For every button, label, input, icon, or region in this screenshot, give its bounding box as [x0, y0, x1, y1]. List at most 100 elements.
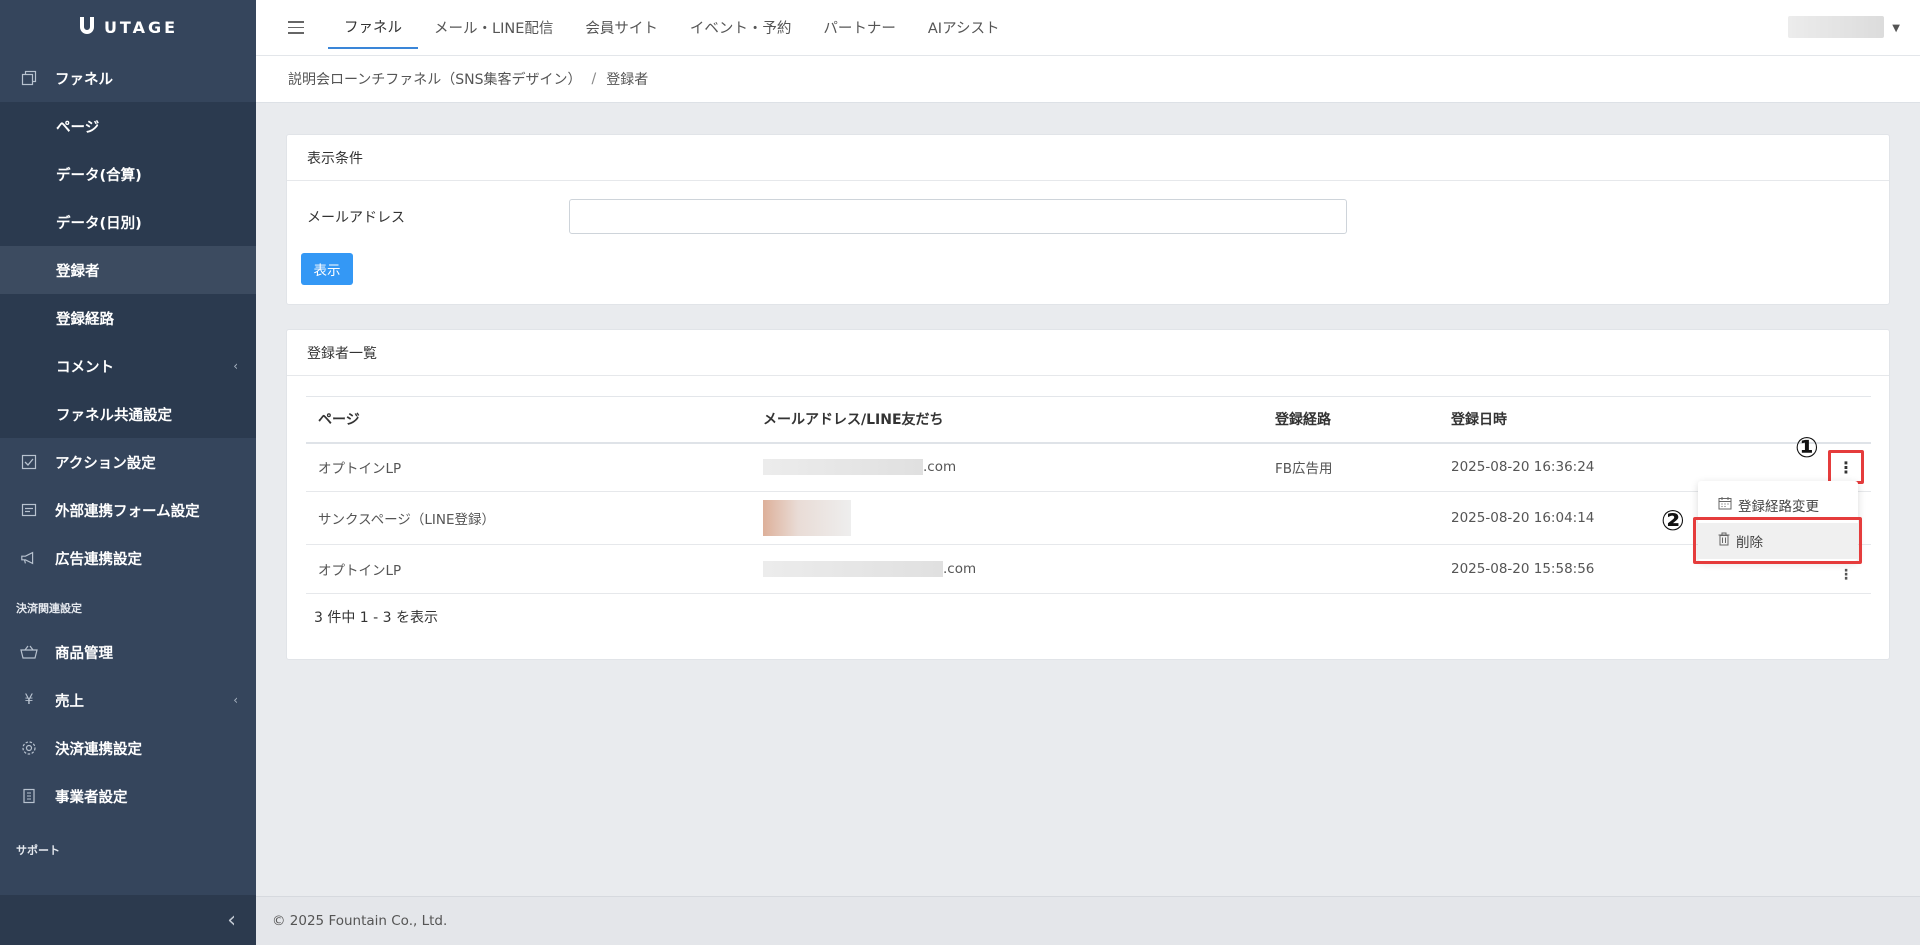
sidebar: UTAGE ファネル ページ データ(合算) データ(日別) 登録者 登録経路 … — [0, 0, 256, 945]
calendar-icon — [1718, 496, 1732, 514]
form-icon — [20, 501, 38, 519]
sidebar-item-ad-integration[interactable]: 広告連携設定 — [0, 534, 256, 582]
hamburger-menu-icon[interactable] — [288, 21, 304, 34]
cell-line-friend — [751, 491, 1263, 545]
section-label-payment: 決済関連設定 — [16, 602, 82, 615]
basket-icon — [20, 643, 38, 661]
sidebar-subitem-data-total[interactable]: データ(合算) — [0, 150, 256, 198]
cell-email: .com — [751, 544, 1263, 594]
registrant-table: ページ メールアドレス/LINE友だち 登録経路 登録日時 オプトインLP .c… — [306, 396, 1871, 594]
table-row: オプトインLP .com FB広告用 2025-08-20 16:36:24 — [306, 442, 1871, 492]
step-annotation-2: ② — [1661, 504, 1685, 537]
email-domain: .com — [943, 561, 977, 577]
sidebar-item-action-settings[interactable]: アクション設定 — [0, 438, 256, 486]
brand-name: UTAGE — [103, 17, 179, 37]
top-header: ファネル メール・LINE配信 会員サイト イベント・予約 パートナー AIアシ… — [256, 0, 1920, 56]
sidebar-item-label: 決済連携設定 — [55, 741, 142, 758]
cell-page[interactable]: サンクスページ（LINE登録） — [306, 491, 751, 545]
breadcrumb-separator: / — [591, 71, 597, 87]
cell-route: FB広告用 — [1263, 442, 1439, 492]
sidebar-item-funnel[interactable]: ファネル — [0, 54, 256, 102]
tab-mail-line[interactable]: メール・LINE配信 — [418, 11, 569, 45]
cell-route — [1263, 491, 1439, 545]
chevron-left-icon: ‹ — [233, 693, 238, 707]
sidebar-subitem-page[interactable]: ページ — [0, 102, 256, 150]
line-avatar-image — [763, 500, 851, 536]
gear-icon — [20, 739, 38, 757]
sidebar-item-external-form[interactable]: 外部連携フォーム設定 — [0, 486, 256, 534]
building-icon — [20, 787, 38, 805]
sidebar-item-label: 売上 — [55, 693, 84, 710]
sidebar-item-products[interactable]: 商品管理 — [0, 628, 256, 676]
top-navigation: ファネル メール・LINE配信 会員サイト イベント・予約 パートナー AIアシ… — [328, 0, 1016, 56]
cell-email: .com — [751, 442, 1263, 492]
sidebar-item-label: コメント — [56, 359, 114, 376]
sidebar-item-label: ファネル共通設定 — [56, 407, 172, 424]
column-header-page: ページ — [318, 412, 360, 429]
filter-card-title: 表示条件 — [287, 135, 1889, 181]
funnel-submenu: ページ データ(合算) データ(日別) 登録者 登録経路 コメント ‹ ファネル… — [0, 102, 256, 438]
tab-ai-assist[interactable]: AIアシスト — [912, 11, 1016, 45]
table-row: オプトインLP .com 2025-08-20 15:58:56 — [306, 544, 1871, 594]
tab-funnel[interactable]: ファネル — [328, 15, 418, 49]
chevron-left-icon: ‹ — [233, 359, 238, 373]
cell-page[interactable]: オプトインLP — [306, 442, 751, 492]
column-header-route: 登録経路 — [1275, 412, 1331, 429]
sidebar-item-label: 登録者 — [56, 263, 100, 280]
sidebar-collapse-bar: ‹ — [0, 895, 256, 945]
filter-card: 表示条件 メールアドレス 表示 — [286, 134, 1890, 305]
breadcrumb-current: 登録者 — [606, 72, 649, 88]
copy-icon — [20, 69, 38, 87]
tab-event-reservation[interactable]: イベント・予約 — [674, 11, 808, 45]
sidebar-item-payment-integration[interactable]: 決済連携設定 — [0, 724, 256, 772]
brand-logo[interactable]: UTAGE — [0, 0, 256, 54]
email-filter-row: メールアドレス — [287, 199, 1889, 234]
section-label-support: サポート — [16, 844, 60, 857]
cell-page[interactable]: オプトインLP — [306, 544, 751, 594]
column-header-email: メールアドレス/LINE友だち — [763, 412, 944, 429]
sidebar-item-label: 商品管理 — [55, 645, 113, 662]
sidebar-subitem-data-daily[interactable]: データ(日別) — [0, 198, 256, 246]
collapse-chevron-icon[interactable]: ‹ — [227, 908, 236, 933]
megaphone-icon — [20, 549, 38, 567]
step-annotation-1: ① — [1795, 431, 1819, 464]
table-row: サンクスページ（LINE登録） 2025-08-20 16:04:14 — [306, 491, 1871, 545]
yen-icon: ¥ — [24, 692, 34, 708]
menu-item-label: 登録経路変更 — [1738, 499, 1819, 515]
sidebar-item-sales[interactable]: ¥ 売上 ‹ — [0, 676, 256, 724]
row-actions-button[interactable]: ⋮ — [1828, 450, 1864, 484]
sidebar-item-label: アクション設定 — [55, 455, 156, 472]
caret-down-icon[interactable]: ▼ — [1892, 23, 1900, 34]
sidebar-item-label: 広告連携設定 — [55, 551, 142, 568]
check-square-icon — [20, 453, 38, 471]
sidebar-item-label: ページ — [56, 119, 100, 136]
email-domain: .com — [923, 459, 957, 476]
footer: © 2025 Fountain Co., Ltd. — [256, 896, 1920, 945]
delete-highlight-box — [1693, 517, 1862, 564]
registrant-list-card: 登録者一覧 ページ メールアドレス/LINE友だち 登録経路 登録日時 オプトイ… — [286, 329, 1890, 660]
sidebar-item-business-settings[interactable]: 事業者設定 — [0, 772, 256, 820]
pagination-summary: 3 件中 1 - 3 を表示 — [314, 610, 439, 626]
utage-logo-icon — [79, 17, 94, 34]
tab-partner[interactable]: パートナー — [807, 11, 912, 45]
sidebar-subitem-funnel-settings[interactable]: ファネル共通設定 — [0, 390, 256, 438]
show-button[interactable]: 表示 — [301, 253, 353, 285]
masked-email — [763, 561, 943, 577]
masked-email — [763, 459, 923, 476]
sidebar-item-label: ファネル — [55, 71, 113, 88]
email-filter-input[interactable] — [569, 199, 1347, 234]
list-card-title: 登録者一覧 — [287, 330, 1889, 376]
copyright-text: © 2025 Fountain Co., Ltd. — [272, 913, 448, 929]
sidebar-subitem-routes[interactable]: 登録経路 — [0, 294, 256, 342]
breadcrumb-parent[interactable]: 説明会ローンチファネル（SNS集客デザイン） — [288, 69, 582, 89]
user-menu[interactable] — [1788, 16, 1884, 38]
sidebar-item-label: データ(日別) — [56, 215, 142, 232]
tab-member-site[interactable]: 会員サイト — [569, 11, 674, 45]
sidebar-subitem-registrants[interactable]: 登録者 — [0, 246, 256, 294]
sidebar-subitem-comment[interactable]: コメント ‹ — [0, 342, 256, 390]
sidebar-item-label: 外部連携フォーム設定 — [55, 503, 200, 520]
table-header-row: ページ メールアドレス/LINE友だち 登録経路 登録日時 — [306, 396, 1871, 443]
email-filter-label: メールアドレス — [307, 209, 405, 226]
sidebar-item-label: データ(合算) — [56, 167, 142, 184]
cell-route — [1263, 544, 1439, 594]
